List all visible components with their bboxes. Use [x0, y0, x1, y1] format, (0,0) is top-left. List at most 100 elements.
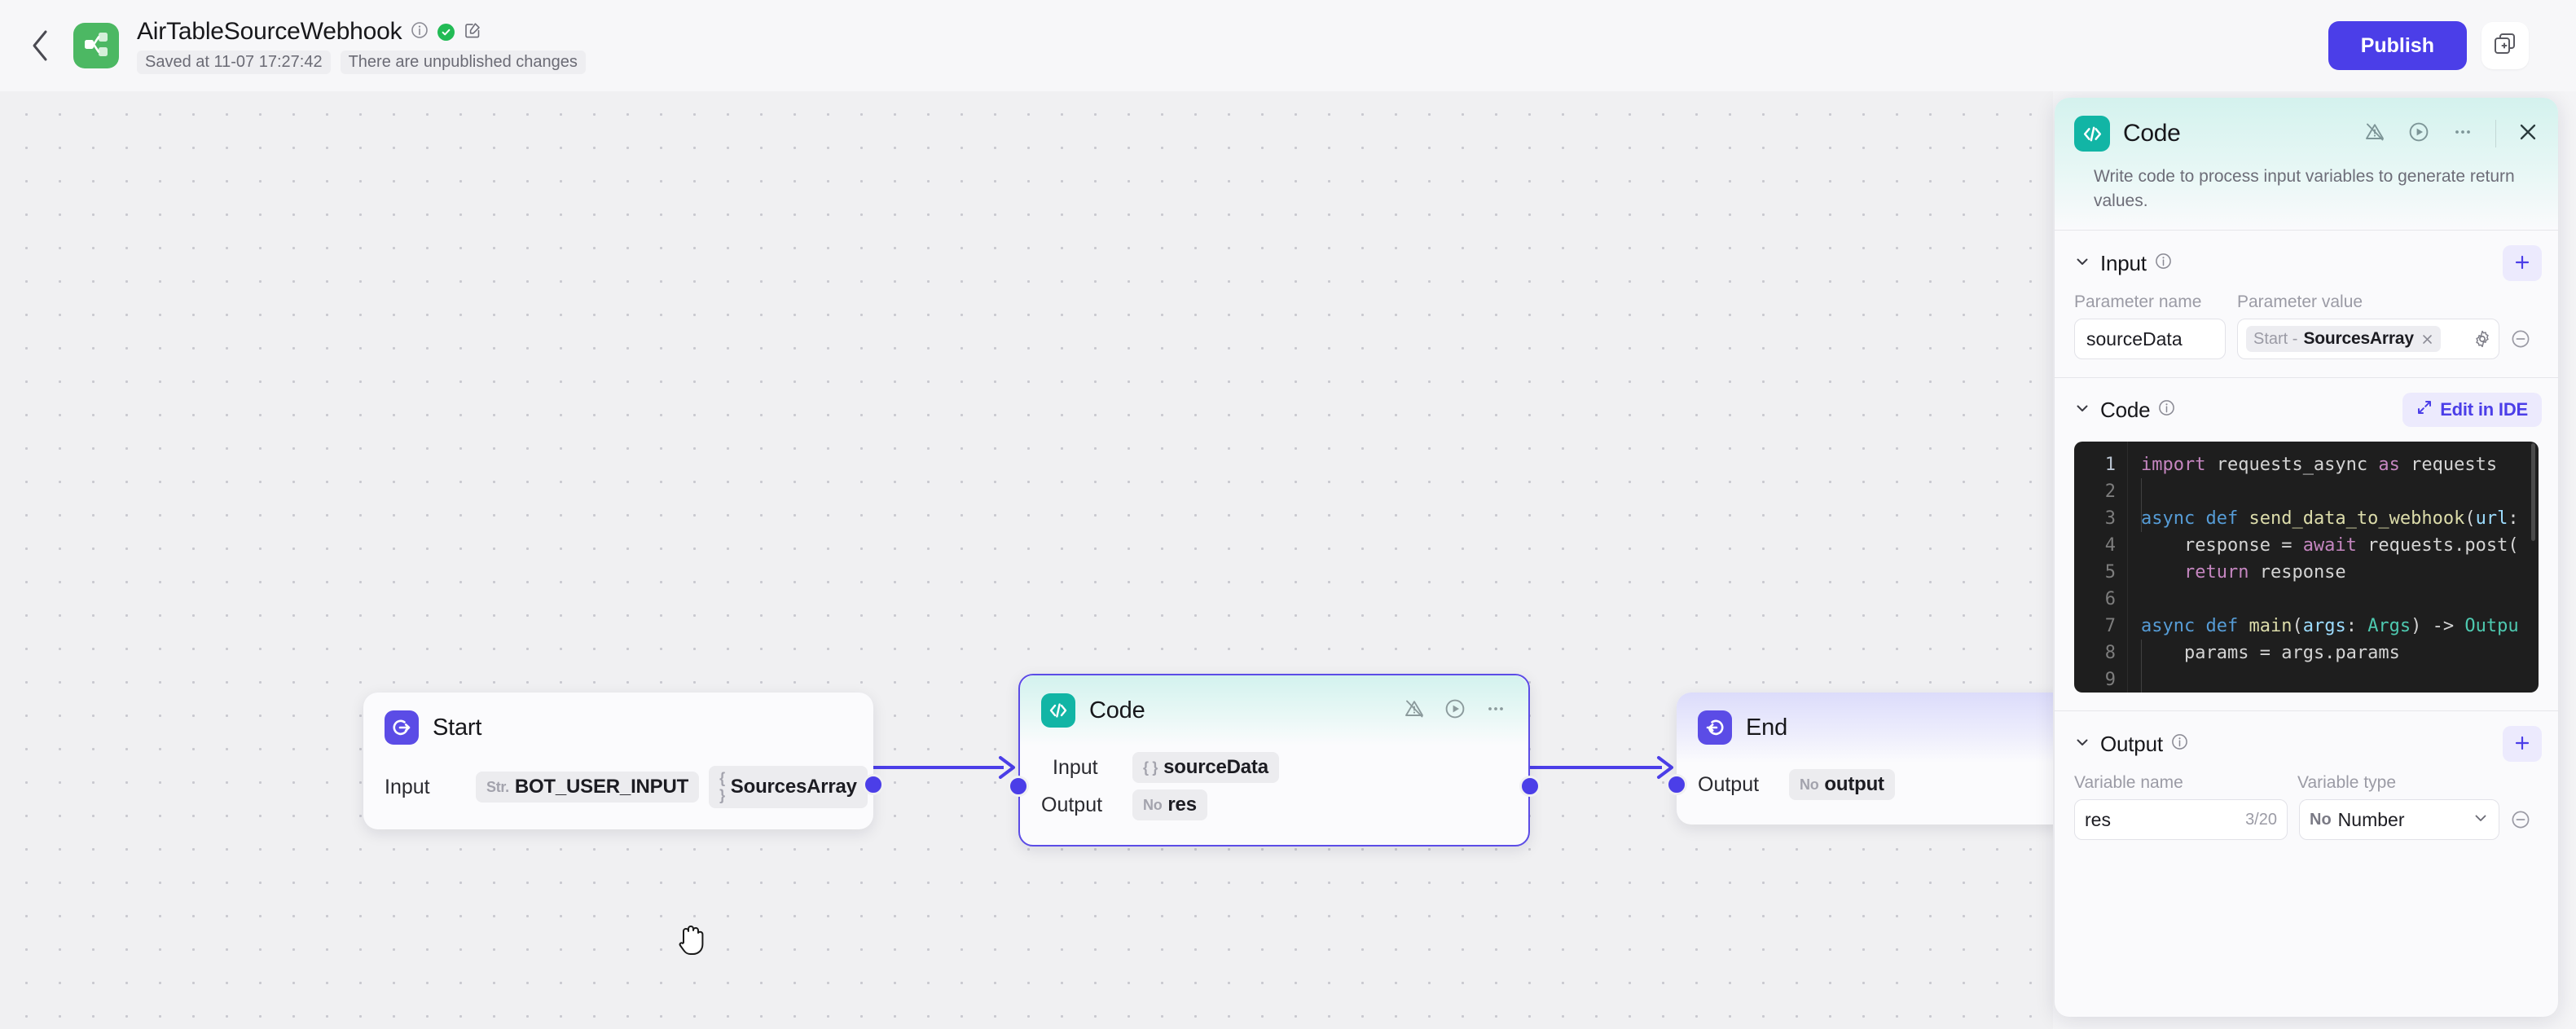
warning-off-icon[interactable]: [2363, 121, 2386, 147]
editor-scrollbar[interactable]: [2527, 442, 2539, 693]
code-editor[interactable]: 12345678910 import requests_async as req…: [2074, 442, 2539, 693]
parameter-name-input[interactable]: sourceData: [2074, 319, 2226, 359]
port-start-output[interactable]: [863, 774, 884, 795]
copy-plus-icon: [2493, 32, 2517, 60]
node-end-header: End: [1677, 693, 2053, 763]
token-source-data[interactable]: { } sourceData: [1132, 752, 1279, 783]
indent-guide: [2141, 478, 2142, 532]
minus-circle-icon[interactable]: [2499, 328, 2542, 350]
node-code-actions: [1403, 697, 1507, 724]
indent-guide: [2141, 640, 2142, 693]
more-ellipsis-icon[interactable]: [1484, 697, 1507, 724]
token-name: BOT_USER_INPUT: [514, 776, 689, 798]
port-end-input[interactable]: [1666, 774, 1687, 795]
saved-timestamp: Saved at 11-07 17:27:42: [137, 51, 331, 74]
input-section-header: Input: [2055, 231, 2558, 289]
edit-square-icon[interactable]: [464, 21, 481, 43]
token-res[interactable]: No res: [1132, 789, 1207, 820]
node-code-output-label: Output: [1041, 793, 1103, 816]
node-code-title: Code: [1089, 697, 1145, 723]
node-end-body: Output No output: [1677, 763, 2053, 825]
variable-name-input[interactable]: res 3/20: [2074, 799, 2288, 840]
edit-in-ide-label: Edit in IDE: [2440, 399, 2528, 420]
unpublished-changes-notice: There are unpublished changes: [340, 51, 586, 74]
x-icon[interactable]: [2421, 333, 2433, 345]
input-col-value: Parameter value: [2237, 292, 2363, 311]
token-sources-array[interactable]: { } SourcesArray: [709, 766, 868, 808]
code-section-title: Code: [2100, 397, 2151, 422]
edit-in-ide-button[interactable]: Edit in IDE: [2402, 393, 2542, 427]
workflow-canvas[interactable]: Start Input Str. BOT_USER_INPUT { } Sour…: [0, 91, 2053, 1029]
node-end-output-label: Output: [1698, 772, 1760, 796]
variable-type-value: Number: [2337, 808, 2405, 830]
plus-icon: [2513, 734, 2531, 754]
variable-reference-chip[interactable]: Start - SourcesArray: [2246, 326, 2441, 352]
meta-row: Saved at 11-07 17:27:42 There are unpubl…: [137, 51, 586, 74]
node-start[interactable]: Start Input Str. BOT_USER_INPUT { } Sour…: [363, 693, 884, 829]
code-line: params = args.params: [2141, 643, 2400, 663]
type-badge: No: [2310, 810, 2332, 829]
back-button[interactable]: [21, 27, 59, 64]
port-code-input[interactable]: [1008, 776, 1029, 797]
code-text-area[interactable]: import requests_async as requests async …: [2128, 442, 2539, 693]
panel-title: Code: [2123, 120, 2181, 147]
output-col-type: Variable type: [2297, 773, 2397, 792]
token-type: No: [1800, 776, 1819, 793]
info-circle-icon[interactable]: [411, 21, 429, 43]
code-line: import requests_async as requests: [2141, 455, 2498, 475]
info-circle-icon[interactable]: [2171, 733, 2188, 754]
add-output-variable-button[interactable]: [2503, 726, 2542, 762]
output-section-header: Output: [2055, 711, 2558, 770]
chevron-down-icon[interactable]: [2074, 400, 2090, 420]
node-code-output-row: Output No res: [1041, 786, 1507, 824]
topbar-actions: Publish: [2328, 21, 2529, 70]
output-col-name: Variable name: [2074, 773, 2183, 792]
plus-icon: [2513, 253, 2531, 274]
node-code-body: Input { } sourceData Output No res: [1020, 745, 1528, 845]
edge-start-to-code: [867, 756, 1015, 779]
input-section-title: Input: [2100, 250, 2147, 275]
grab-hand-cursor: [675, 921, 709, 962]
chevron-down-icon: [2473, 810, 2489, 830]
panel-header-row: Code: [2074, 116, 2539, 152]
output-column-headers: Variable name Variable type: [2055, 770, 2558, 799]
info-circle-icon[interactable]: [2155, 253, 2172, 274]
edge-code-to-end: [1525, 756, 1673, 779]
line-number: 6: [2104, 589, 2116, 609]
add-input-parameter-button[interactable]: [2503, 245, 2542, 281]
close-icon[interactable]: [2517, 121, 2539, 147]
node-code[interactable]: Code Input {} sourceData Output No res: [1008, 674, 1541, 847]
token-bot-user-input[interactable]: Str. BOT_USER_INPUT: [476, 772, 700, 803]
expand-arrows-icon: [2416, 399, 2433, 420]
info-circle-icon[interactable]: [2158, 399, 2175, 420]
minus-circle-icon[interactable]: [2499, 809, 2542, 830]
duplicate-button[interactable]: [2481, 22, 2529, 69]
page-title: AirTableSourceWebhook: [137, 18, 402, 45]
run-play-icon[interactable]: [1444, 697, 1466, 724]
token-output[interactable]: No output: [1789, 769, 1895, 800]
chevron-down-icon[interactable]: [2074, 734, 2090, 754]
code-node-properties-panel: Code Write code to process input variabl…: [2055, 98, 2558, 1017]
code-line: async def main(args: Args) -> Outpu: [2141, 616, 2519, 636]
node-end[interactable]: End Output No output: [1666, 693, 2053, 825]
node-start-header: Start: [363, 693, 873, 763]
more-ellipsis-icon[interactable]: [2451, 121, 2474, 147]
run-play-icon[interactable]: [2407, 121, 2430, 147]
parameter-value-field[interactable]: Start - SourcesArray: [2237, 319, 2499, 359]
variable-type-select[interactable]: No Number: [2299, 799, 2499, 840]
gear-icon[interactable]: [2464, 329, 2492, 349]
title-row: AirTableSourceWebhook: [137, 17, 586, 46]
node-start-title: Start: [433, 714, 482, 741]
port-code-output[interactable]: [1519, 776, 1541, 797]
chevron-down-icon[interactable]: [2074, 253, 2090, 274]
token-type: { }: [1143, 759, 1158, 776]
output-section-title: Output: [2100, 731, 2163, 756]
variable-name-counter: 3/20: [2245, 810, 2277, 829]
line-number: 4: [2104, 535, 2116, 556]
warning-off-icon[interactable]: [1403, 697, 1426, 724]
publish-button[interactable]: Publish: [2328, 21, 2467, 70]
variable-name-value: res: [2085, 808, 2111, 830]
token-name: output: [1824, 773, 1884, 795]
chevron-left-icon: [29, 29, 51, 63]
